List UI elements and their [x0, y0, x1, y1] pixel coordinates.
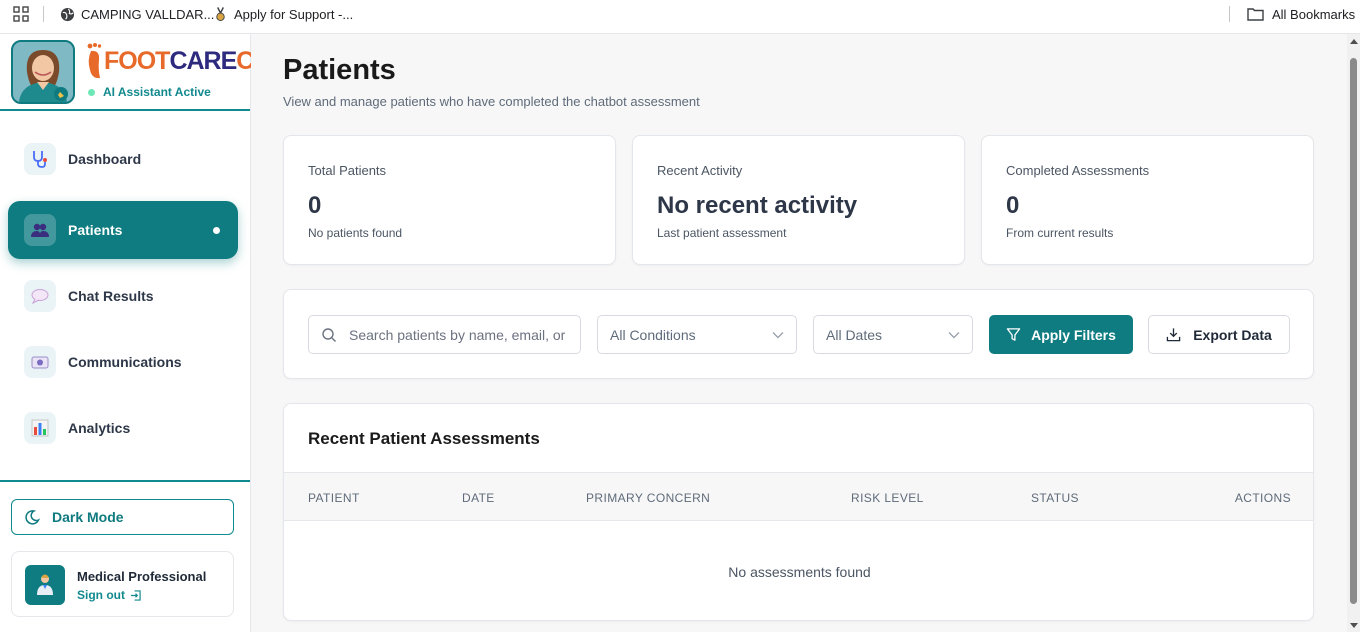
bookmarks-divider: [43, 6, 44, 22]
stat-note: No patients found: [308, 226, 403, 240]
ai-status-label: AI Assistant Active: [103, 85, 211, 99]
column-header-actions: ACTIONS: [1234, 491, 1291, 505]
column-header-status: STATUS: [1031, 491, 1079, 505]
filters-panel: All Conditions All Dates Apply Filters E…: [283, 289, 1314, 379]
user-name: Medical Professional: [77, 569, 207, 584]
column-header-risk-level: RISK LEVEL: [851, 491, 924, 505]
all-bookmarks-label: All Bookmarks: [1272, 6, 1356, 22]
export-data-label: Export Data: [1193, 326, 1272, 343]
stat-card-completed-assessments: Completed Assessments 0 From current res…: [981, 135, 1314, 265]
stat-card-total-patients: Total Patients 0 No patients found: [283, 135, 616, 265]
sidebar-item-dashboard[interactable]: Dashboard: [8, 130, 238, 188]
download-icon: [1166, 328, 1181, 342]
bookmark-label: Apply for Support -...: [234, 6, 354, 22]
chevron-down-icon: [948, 331, 960, 338]
select-value: All Conditions: [610, 326, 696, 343]
conditions-select[interactable]: All Conditions: [597, 315, 797, 354]
page-title: Patients: [283, 54, 396, 86]
sidebar-item-label: Dashboard: [68, 151, 142, 167]
bookmark-camping[interactable]: CAMPING VALLDAR...: [60, 5, 214, 23]
sidebar-item-analytics[interactable]: Analytics: [8, 399, 238, 457]
folder-icon: [1247, 8, 1264, 21]
bookmarks-divider: [1229, 6, 1230, 22]
search-input[interactable]: [349, 326, 569, 343]
stat-value: 0: [308, 192, 322, 219]
page-scrollbar[interactable]: [1347, 34, 1360, 632]
scroll-down-arrow-icon[interactable]: [1350, 623, 1358, 628]
stat-label: Recent Activity: [657, 163, 743, 178]
doctor-icon: [37, 574, 53, 595]
stat-value: 0: [1006, 192, 1020, 219]
stethoscope-icon: [24, 143, 56, 175]
stat-label: Total Patients: [308, 163, 387, 178]
apply-filters-button[interactable]: Apply Filters: [989, 315, 1133, 354]
sign-out-icon: [130, 589, 141, 601]
sidebar-divider: [0, 480, 250, 482]
scroll-up-arrow-icon[interactable]: [1350, 39, 1358, 44]
foot-logo-icon: [87, 43, 102, 79]
sidebar-item-label: Patients: [68, 222, 123, 238]
page-subtitle: View and manage patients who have comple…: [283, 94, 700, 109]
apply-filters-label: Apply Filters: [1031, 326, 1116, 343]
main-content: Patients View and manage patients who ha…: [251, 34, 1347, 632]
select-value: All Dates: [826, 326, 883, 343]
logo-text-foot: FOOT: [104, 46, 170, 75]
table-header: PATIENT DATE PRIMARY CONCERN RISK LEVEL …: [284, 472, 1313, 521]
user-avatar: [25, 565, 65, 605]
column-header-patient: PATIENT: [308, 491, 360, 505]
table-title: Recent Patient Assessments: [308, 429, 540, 448]
all-bookmarks-button[interactable]: All Bookmarks: [1247, 5, 1355, 23]
bookmark-apply-support[interactable]: Apply for Support -...: [213, 5, 353, 23]
assessments-table-card: Recent Patient Assessments PATIENT DATE …: [283, 403, 1314, 621]
sidebar: FOOTCARECLINIC AI Assistant Active Dashb…: [0, 34, 315, 632]
search-box: [308, 315, 581, 354]
dark-mode-label: Dark Mode: [52, 509, 124, 525]
bookmark-label: CAMPING VALLDAR...: [81, 6, 215, 22]
stat-note: Last patient assessment: [657, 226, 787, 240]
speech-bubble-icon: [24, 280, 56, 312]
sidebar-item-label: Chat Results: [68, 288, 154, 304]
bookmarks-bar: CAMPING VALLDAR... Apply for Support -..…: [0, 0, 1360, 34]
chevron-down-icon: [772, 331, 784, 338]
brand-header: FOOTCARECLINIC AI Assistant Active: [0, 34, 315, 111]
stat-note: From current results: [1006, 226, 1114, 240]
doctor-avatar: [11, 40, 75, 104]
user-card: Medical Professional Sign out: [11, 551, 234, 617]
globe-icon: [60, 7, 75, 21]
sidebar-item-chat-results[interactable]: Chat Results: [8, 267, 238, 325]
patients-icon: [24, 214, 56, 246]
filter-icon: [1006, 328, 1021, 341]
sidebar-item-label: Analytics: [68, 420, 131, 436]
active-indicator-dot: [213, 227, 220, 234]
moon-icon: [25, 510, 40, 525]
sidebar-item-communications[interactable]: Communications: [8, 333, 238, 391]
dark-mode-toggle[interactable]: Dark Mode: [11, 499, 234, 535]
dates-select[interactable]: All Dates: [813, 315, 973, 354]
column-header-date: DATE: [462, 491, 495, 505]
ai-status: AI Assistant Active: [88, 85, 211, 99]
empty-state-message: No assessments found: [728, 564, 871, 580]
search-icon: [322, 327, 336, 342]
stat-card-recent-activity: Recent Activity No recent activity Last …: [632, 135, 965, 265]
communications-icon: [24, 346, 56, 378]
column-header-primary-concern: PRIMARY CONCERN: [586, 491, 711, 505]
sign-out-label: Sign out: [77, 588, 125, 602]
stat-label: Completed Assessments: [1006, 163, 1150, 178]
apps-grid-icon[interactable]: [13, 6, 29, 22]
stat-value: No recent activity: [657, 192, 858, 219]
ribbon-icon: [216, 7, 225, 22]
bar-chart-icon: [24, 412, 56, 444]
sidebar-item-label: Communications: [68, 354, 182, 370]
sidebar-item-patients[interactable]: Patients: [8, 201, 238, 259]
status-dot: [88, 88, 95, 96]
logo-text-care: CARE: [169, 46, 237, 75]
sign-out-link[interactable]: Sign out: [77, 588, 141, 602]
export-data-button[interactable]: Export Data: [1148, 315, 1290, 354]
scrollbar-thumb[interactable]: [1350, 58, 1357, 604]
